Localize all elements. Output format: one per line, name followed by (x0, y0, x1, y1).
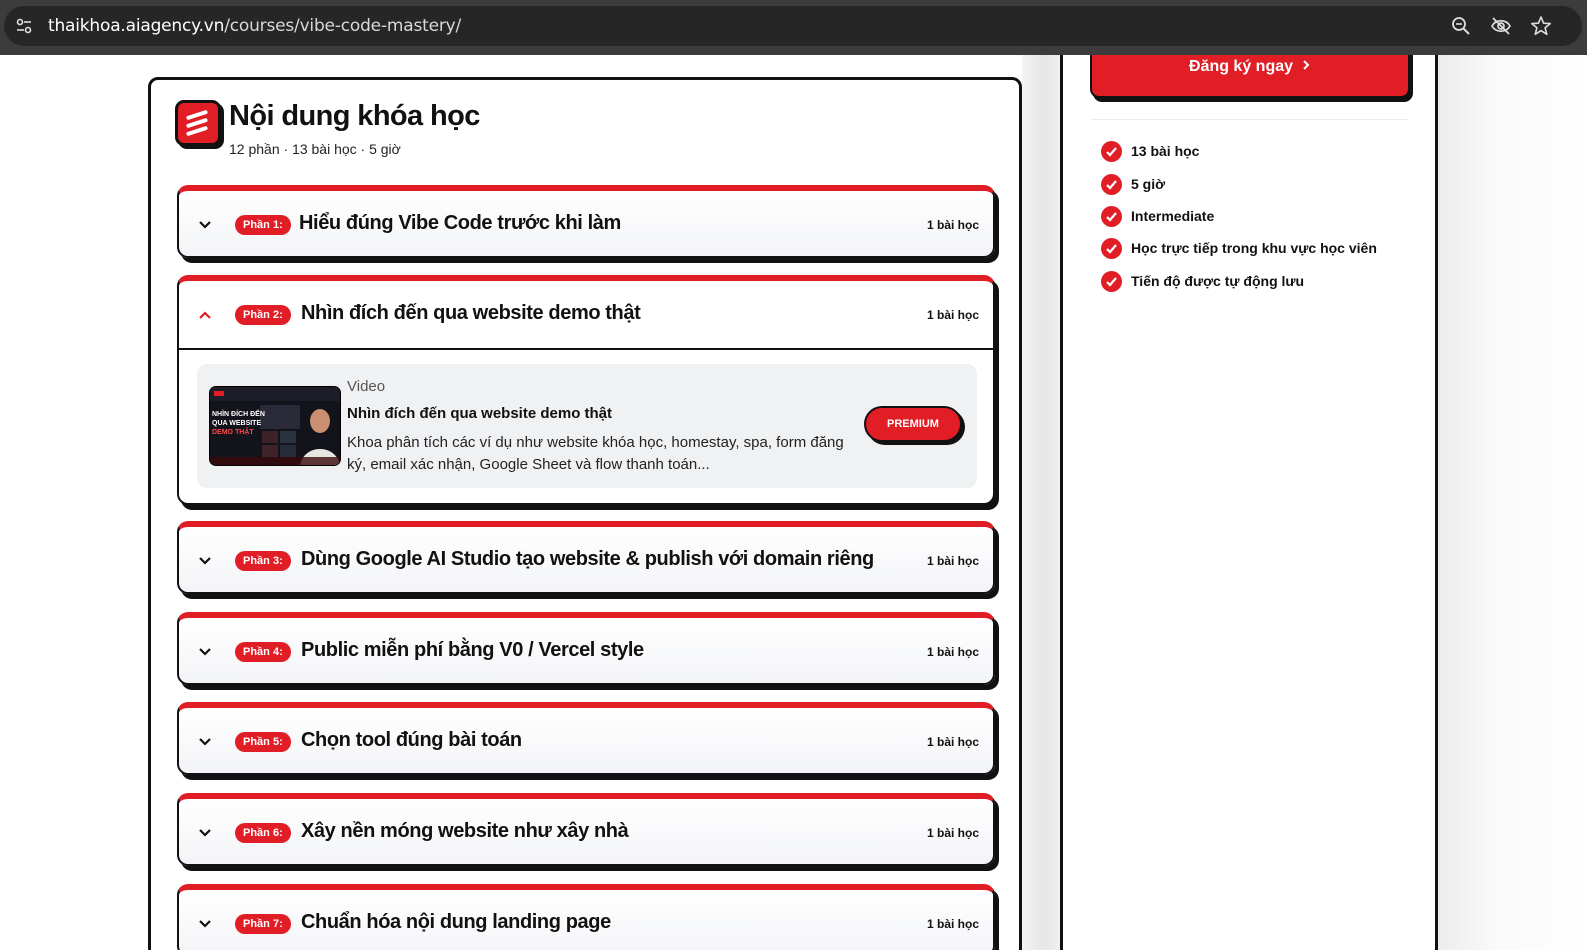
course-logo-icon (175, 100, 221, 146)
address-bar[interactable]: thaikhoa.aiagency.vn/courses/vibe-code-m… (4, 6, 1582, 46)
section-header[interactable]: Phần 6: Xây nền móng website như xây nhà… (179, 799, 993, 866)
site-info-icon[interactable] (14, 16, 34, 36)
section-header[interactable]: Phần 4: Public miễn phí bằng V0 / Vercel… (179, 618, 993, 685)
section-header[interactable]: Phần 5: Chọn tool đúng bài toán 1 bài họ… (179, 708, 993, 775)
chevron-down-icon (199, 648, 211, 656)
section-title: Chọn tool đúng bài toán (301, 729, 522, 751)
section-accordion[interactable]: Phần 3: Dùng Google AI Studio tạo websit… (177, 521, 995, 594)
premium-button[interactable]: PREMIUM (864, 406, 962, 442)
part-badge: Phần 5: (235, 732, 291, 752)
chevron-down-icon (199, 738, 211, 746)
lesson-count: 1 bài học (926, 218, 979, 232)
page-title: Nội dung khóa học (229, 100, 480, 132)
lesson-type: Video (347, 378, 386, 395)
part-badge: Phần 6: (235, 823, 291, 843)
section-accordion[interactable]: Phần 1: Hiểu đúng Vibe Code trước khi là… (177, 185, 995, 258)
feature-label: Intermediate (1131, 208, 1215, 224)
section-header[interactable]: Phần 7: Chuẩn hóa nội dung landing page … (179, 890, 993, 950)
lesson-count: 1 bài học (926, 735, 979, 749)
check-circle-icon (1101, 206, 1122, 227)
part-badge: Phần 1: (235, 215, 291, 235)
section-title: Chuẩn hóa nội dung landing page (301, 911, 611, 933)
lesson-thumbnail[interactable]: NHÌN ĐÍCH ĐẾN QUA WEBSITE DEMO THẬT (209, 386, 341, 466)
section-title: Dùng Google AI Studio tạo website & publ… (301, 548, 874, 570)
url-path: /courses/vibe-code-mastery/ (224, 16, 462, 36)
register-button[interactable]: Đăng ký ngay (1090, 55, 1410, 98)
chevron-down-icon (199, 221, 211, 229)
lesson-count: 1 bài học (926, 645, 979, 659)
course-content-card: Nội dung khóa học 12 phần · 13 bài học ·… (148, 77, 1022, 950)
course-meta: 12 phần · 13 bài học · 5 giờ (229, 141, 401, 157)
chevron-down-icon (199, 920, 211, 928)
browser-toolbar: thaikhoa.aiagency.vn/courses/vibe-code-m… (0, 0, 1587, 55)
left-margin (0, 55, 148, 950)
course-sidebar: Đăng ký ngay 13 bài học 5 giờ Intermedia… (1060, 55, 1438, 950)
right-margin (1438, 55, 1587, 950)
check-circle-icon (1101, 174, 1122, 195)
chevron-down-icon (199, 557, 211, 565)
sidebar-divider (1091, 119, 1409, 120)
thumbnail-caption-line: NHÌN ĐÍCH ĐẾN (212, 411, 265, 418)
feature-label: Học trực tiếp trong khu vực học viên (1131, 240, 1377, 256)
chevron-up-icon (199, 311, 211, 319)
bookmark-star-icon[interactable] (1530, 15, 1552, 37)
lesson-count: 1 bài học (926, 826, 979, 840)
feature-label: 13 bài học (1131, 143, 1200, 159)
lesson-count: 1 bài học (926, 554, 979, 568)
section-header[interactable]: Phần 1: Hiểu đúng Vibe Code trước khi là… (179, 191, 993, 258)
check-circle-icon (1101, 271, 1122, 292)
part-badge: Phần 3: (235, 551, 291, 571)
page-viewport: Nội dung khóa học 12 phần · 13 bài học ·… (0, 55, 1587, 950)
thumbnail-caption-line: DEMO THẬT (212, 429, 254, 436)
center-gutter (1022, 55, 1060, 950)
part-badge: Phần 2: (235, 305, 291, 325)
section-accordion[interactable]: Phần 7: Chuẩn hóa nội dung landing page … (177, 884, 995, 950)
chevron-down-icon (199, 829, 211, 837)
check-circle-icon (1101, 238, 1122, 259)
check-circle-icon (1101, 141, 1122, 162)
lesson-count: 1 bài học (926, 917, 979, 931)
lesson-description: Khoa phân tích các ví dụ như website khó… (347, 434, 844, 473)
section-accordion[interactable]: Phần 4: Public miễn phí bằng V0 / Vercel… (177, 612, 995, 685)
register-button-label: Đăng ký ngay (1188, 58, 1294, 75)
zoom-icon[interactable] (1450, 15, 1472, 37)
section-accordion[interactable]: Phần 5: Chọn tool đúng bài toán 1 bài họ… (177, 702, 995, 775)
section-accordion[interactable]: Phần 6: Xây nền móng website như xây nhà… (177, 793, 995, 866)
part-badge: Phần 7: (235, 914, 291, 934)
url-host: thaikhoa.aiagency.vn (48, 16, 225, 36)
feature-label: 5 giờ (1131, 176, 1166, 192)
thumbnail-caption-line: QUA WEBSITE (212, 420, 262, 427)
eye-off-icon[interactable] (1490, 15, 1512, 37)
section-title: Public miễn phí bằng V0 / Vercel style (301, 639, 644, 661)
section-accordion-expanded[interactable]: Phần 2: Nhìn đích đến qua website demo t… (177, 275, 995, 505)
section-divider (179, 348, 993, 350)
part-badge: Phần 4: (235, 642, 291, 662)
chevron-right-icon (1301, 55, 1311, 89)
section-title: Xây nền móng website như xây nhà (301, 820, 629, 842)
section-header[interactable]: Phần 2: Nhìn đích đến qua website demo t… (179, 281, 993, 348)
section-title: Hiểu đúng Vibe Code trước khi làm (299, 212, 621, 234)
lesson-count: 1 bài học (926, 308, 979, 322)
url-text[interactable]: thaikhoa.aiagency.vn/courses/vibe-code-m… (48, 16, 461, 36)
lesson-item[interactable]: NHÌN ĐÍCH ĐẾN QUA WEBSITE DEMO THẬT Vide… (197, 364, 977, 488)
lesson-title[interactable]: Nhìn đích đến qua website demo thật (347, 405, 612, 422)
section-title: Nhìn đích đến qua website demo thật (301, 302, 641, 324)
feature-label: Tiến độ được tự động lưu (1131, 273, 1305, 289)
section-header[interactable]: Phần 3: Dùng Google AI Studio tạo websit… (179, 527, 993, 594)
